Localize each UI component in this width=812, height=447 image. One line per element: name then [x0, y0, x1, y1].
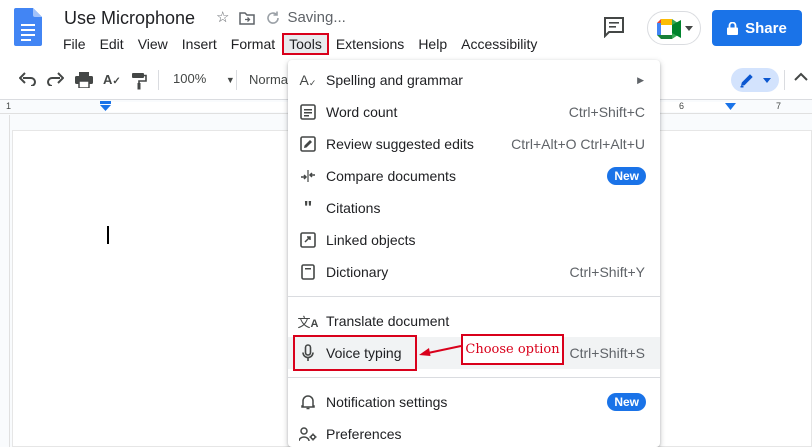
annotation-label: Choose option — [461, 334, 564, 365]
right-indent-marker-icon[interactable] — [725, 103, 736, 111]
compare-icon — [299, 167, 317, 185]
meet-icon — [657, 19, 681, 39]
book-icon — [299, 263, 317, 281]
docs-logo-icon[interactable] — [14, 8, 42, 46]
title-actions: ☆ Saving... — [216, 9, 346, 27]
quote-icon: " — [303, 197, 313, 218]
submenu-arrow-icon: ▶ — [637, 74, 644, 85]
voice-typing-highlight — [293, 335, 417, 371]
tools-dropdown-menu: A ✓ Spelling and grammar ▶ Word count Ctr… — [288, 60, 660, 447]
menu-option-linked-objects[interactable]: Linked objects — [288, 224, 660, 256]
lock-icon — [727, 21, 739, 35]
editing-chevron-icon — [763, 78, 771, 83]
spellcheck-icon: A ✓ — [299, 72, 317, 88]
word-count-icon — [299, 103, 317, 121]
menu-accessibility[interactable]: Accessibility — [454, 33, 544, 55]
ruler-number: 1 — [6, 101, 12, 111]
menu-help[interactable]: Help — [411, 33, 454, 55]
menu-tools[interactable]: Tools — [282, 33, 329, 55]
menu-option-preferences[interactable]: Preferences — [288, 418, 660, 447]
menu-divider — [288, 296, 660, 297]
preferences-icon — [299, 425, 317, 443]
menu-format[interactable]: Format — [224, 33, 282, 55]
annotation-arrow-icon — [418, 343, 462, 357]
menu-option-review-edits[interactable]: Review suggested edits Ctrl+Alt+O Ctrl+A… — [288, 128, 660, 160]
move-folder-icon[interactable] — [239, 11, 256, 25]
editing-mode-button[interactable] — [731, 68, 779, 92]
header: Use Microphone ☆ Saving... File Edit Vie… — [0, 0, 812, 60]
menu-edit[interactable]: Edit — [93, 33, 131, 55]
menu-option-citations[interactable]: " Citations — [288, 192, 660, 224]
menu-option-translate[interactable]: 文A Translate document — [288, 305, 660, 337]
comment-history-icon[interactable] — [602, 16, 626, 38]
zoom-select[interactable]: 100% ▼ — [173, 71, 235, 86]
redo-icon[interactable] — [46, 72, 64, 86]
pencil-icon — [739, 72, 755, 88]
menu-bar: File Edit View Insert Format Tools Exten… — [56, 33, 544, 55]
menu-extensions[interactable]: Extensions — [329, 33, 411, 55]
menu-option-compare-documents[interactable]: Compare documents New — [288, 160, 660, 192]
toolbar-divider — [158, 70, 159, 90]
print-icon[interactable] — [75, 72, 93, 88]
left-indent-marker-icon[interactable] — [100, 101, 111, 112]
menu-option-word-count[interactable]: Word count Ctrl+Shift+C — [288, 96, 660, 128]
paint-format-icon[interactable] — [131, 72, 147, 90]
menu-file[interactable]: File — [56, 33, 93, 55]
saving-status: Saving... — [287, 9, 346, 26]
spellcheck-toolbar-icon[interactable]: A✓ — [103, 72, 121, 87]
ruler-number: 7 — [776, 101, 782, 111]
paragraph-style-select[interactable]: Normal — [249, 72, 291, 87]
menu-insert[interactable]: Insert — [175, 33, 224, 55]
undo-icon[interactable] — [19, 72, 37, 86]
document-title[interactable]: Use Microphone — [64, 8, 195, 29]
bell-icon — [299, 393, 317, 411]
zoom-value: 100% — [173, 71, 207, 86]
meet-button[interactable] — [647, 11, 701, 45]
menu-option-dictionary[interactable]: Dictionary Ctrl+Shift+Y — [288, 256, 660, 288]
ruler-number: 6 — [679, 101, 685, 111]
share-label: Share — [745, 19, 787, 37]
menu-divider — [288, 377, 660, 378]
new-badge: New — [607, 393, 646, 411]
link-icon — [299, 231, 317, 249]
menu-view[interactable]: View — [131, 33, 175, 55]
sync-icon — [265, 10, 281, 26]
review-edits-icon — [299, 135, 317, 153]
chevron-down-icon — [685, 26, 693, 31]
translate-icon: 文A — [297, 314, 319, 330]
google-docs-window: Use Microphone ☆ Saving... File Edit Vie… — [0, 0, 812, 447]
menu-option-spelling[interactable]: A ✓ Spelling and grammar ▶ — [288, 64, 660, 96]
zoom-chevron-icon: ▼ — [225, 75, 235, 85]
collapse-toolbar-icon[interactable] — [794, 72, 808, 81]
toolbar-divider — [236, 70, 237, 90]
menu-option-notification-settings[interactable]: Notification settings New — [288, 386, 660, 418]
text-cursor — [107, 226, 109, 244]
new-badge: New — [607, 167, 646, 185]
vertical-ruler — [0, 115, 10, 447]
toolbar-divider — [784, 70, 785, 90]
share-button[interactable]: Share — [712, 10, 802, 46]
star-icon[interactable]: ☆ — [216, 9, 229, 27]
